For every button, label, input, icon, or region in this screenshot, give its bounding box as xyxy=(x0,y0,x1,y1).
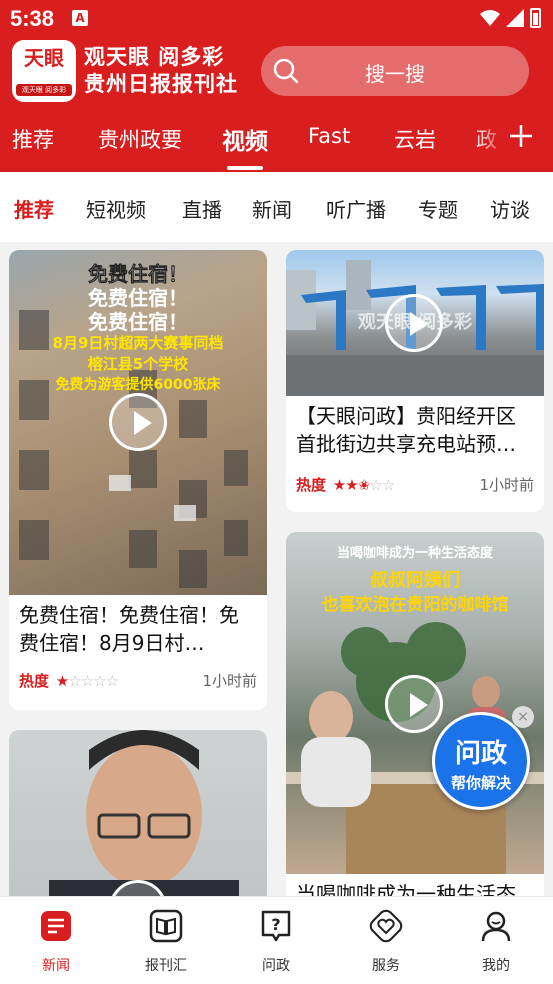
nav-label: 我的 xyxy=(482,958,510,974)
status-time: 5:38 xyxy=(10,6,55,31)
play-icon[interactable] xyxy=(385,675,443,733)
nav-label: 新闻 xyxy=(42,958,70,974)
video-card[interactable]: 免费住宿！ 免费住宿！ 免费住宿！ 8月9日村超两大赛事同档 榕江县5个学校 免… xyxy=(9,250,267,710)
book-icon xyxy=(149,909,183,943)
subtab-news[interactable]: 新闻 xyxy=(252,194,292,223)
status-bar: 5:38 A xyxy=(0,0,553,36)
video-title[interactable]: 【天眼问政】贵阳经开区首批街边共享充电站预… xyxy=(286,396,544,470)
heart-service-icon xyxy=(369,909,403,943)
tab-guizhou-politics[interactable]: 贵州政要 xyxy=(98,124,182,154)
news-icon xyxy=(41,911,71,941)
nav-item-news[interactable]: 新闻 xyxy=(16,909,96,975)
tab-fast[interactable]: Fast xyxy=(308,124,350,148)
nav-item-wenzheng[interactable]: ? 问政 xyxy=(236,909,316,975)
question-icon: ? xyxy=(261,910,291,942)
brand-name: 贵州日报报刊社 xyxy=(84,72,238,96)
subtab-short-video[interactable]: 短视频 xyxy=(86,194,146,223)
brand-slogan: 观天眼 阅多彩 xyxy=(84,44,225,69)
subtab-interview[interactable]: 访谈 xyxy=(490,194,530,223)
video-thumbnail: 免费住宿！ 免费住宿！ 免费住宿！ 8月9日村超两大赛事同档 榕江县5个学校 免… xyxy=(9,250,267,595)
nav-item-newspapers[interactable]: 报刊汇 xyxy=(126,909,206,975)
video-thumbnail: 观天眼 阅多彩 xyxy=(286,250,544,396)
tab-recommend[interactable]: 推荐 xyxy=(12,124,54,154)
heat-label: 热度 xyxy=(19,672,50,690)
video-title[interactable]: 免费住宿！免费住宿！免费住宿！8月9日村… xyxy=(9,595,267,665)
video-card[interactable] xyxy=(9,730,267,910)
nav-item-services[interactable]: 服务 xyxy=(346,909,426,975)
search-bar[interactable]: 搜一搜 xyxy=(261,46,529,96)
nav-label: 报刊汇 xyxy=(145,958,187,974)
video-thumbnail: 当喝咖啡成为一种生活态度 叔叔阿姨们 也喜欢泡在贵阳的咖啡馆 xyxy=(286,532,544,874)
search-placeholder: 搜一搜 xyxy=(365,62,425,86)
overlay-line: 8月9日村超两大赛事同档 xyxy=(52,334,224,352)
video-thumbnail xyxy=(9,730,267,910)
publish-time: 1小时前 xyxy=(202,672,257,690)
heat-stars: ★☆☆☆☆ xyxy=(55,672,119,690)
heat-stars: ★★✬☆☆ xyxy=(332,476,395,494)
app-logo: 天眼 观天眼 阅多彩 xyxy=(12,40,76,102)
nav-item-me[interactable]: 我的 xyxy=(456,909,536,975)
notification-a-icon: A xyxy=(72,10,88,26)
system-icons xyxy=(480,8,541,28)
card-meta: 热度 ★★✬☆☆ 1小时前 xyxy=(296,474,534,495)
float-button-title: 问政 xyxy=(454,739,507,769)
signal-icon xyxy=(506,9,524,27)
play-icon[interactable] xyxy=(109,393,167,451)
tab-yunyan[interactable]: 云岩 xyxy=(394,124,436,154)
overlay-line: 免费住宿！ xyxy=(88,310,188,334)
card-meta: 热度 ★☆☆☆☆ 1小时前 xyxy=(19,670,257,691)
play-icon[interactable] xyxy=(385,294,443,352)
overlay-line: 当喝咖啡成为一种生活态度 xyxy=(336,546,493,561)
logo-text: 天眼 xyxy=(24,46,64,70)
video-card[interactable]: 观天眼 阅多彩 【天眼问政】贵阳经开区首批街边共享充电站预… 热度 ★★✬☆☆ … xyxy=(286,250,544,512)
wifi-icon xyxy=(480,10,500,26)
subtab-recommend[interactable]: 推荐 xyxy=(14,194,54,223)
subtab-special[interactable]: 专题 xyxy=(418,194,458,223)
publish-time: 1小时前 xyxy=(479,476,534,494)
svg-text:?: ? xyxy=(271,915,280,934)
overlay-line: 榕江县5个学校 xyxy=(87,355,189,373)
battery-icon xyxy=(530,8,541,28)
heat-label: 热度 xyxy=(296,476,327,494)
nav-label: 服务 xyxy=(372,958,400,974)
brand-text: 观天眼 阅多彩 贵州日报报刊社 xyxy=(84,45,238,97)
nav-label: 问政 xyxy=(262,958,290,974)
overlay-line: 叔叔阿姨们 xyxy=(370,570,460,591)
subtab-radio[interactable]: 听广播 xyxy=(326,194,386,223)
float-button-subtitle: 帮你解决 xyxy=(450,774,511,792)
app-header: 5:38 A 天眼 观天眼 阅多彩 观天眼 阅多彩 贵州日报报刊社 搜一搜 推荐… xyxy=(0,0,553,172)
channel-tabs: 推荐 贵州政要 视频 Fast 云岩 政 xyxy=(0,112,553,170)
user-icon xyxy=(481,911,511,942)
wenzheng-float-button[interactable]: 问政 帮你解决 xyxy=(432,712,530,810)
overlay-line: 免费为游客提供6000张床 xyxy=(55,377,221,393)
plus-icon[interactable] xyxy=(507,122,535,150)
tab-video[interactable]: 视频 xyxy=(222,122,268,170)
overlay-line: 也喜欢泡在贵阳的咖啡馆 xyxy=(321,595,509,615)
close-icon[interactable]: × xyxy=(512,706,534,728)
logo-subtext: 观天眼 阅多彩 xyxy=(16,84,72,96)
subtab-live[interactable]: 直播 xyxy=(182,194,222,223)
brand[interactable]: 天眼 观天眼 阅多彩 观天眼 阅多彩 贵州日报报刊社 xyxy=(12,40,238,102)
bottom-nav: 新闻 报刊汇 ? 问政 服务 我的 xyxy=(0,896,553,984)
sub-tabs: 推荐 短视频 直播 新闻 听广播 专题 访谈 xyxy=(0,172,553,242)
